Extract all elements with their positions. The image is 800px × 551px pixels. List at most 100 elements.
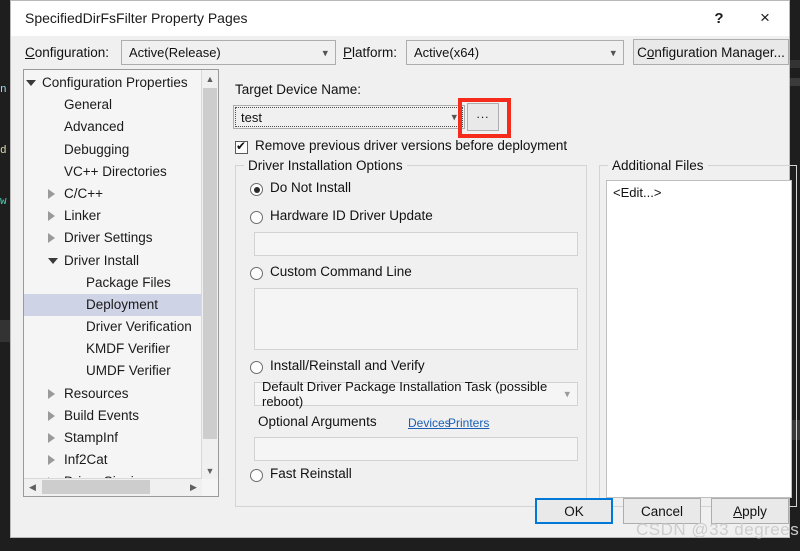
chevron-down-icon: ▾	[451, 111, 457, 124]
additional-files-list[interactable]: <Edit...>	[606, 180, 792, 498]
platform-label: Platform:	[343, 45, 398, 60]
apply-label: Apply	[733, 503, 767, 519]
tree-item-advanced[interactable]: Advanced	[24, 116, 202, 138]
configuration-tree[interactable]: Configuration Properties General Advanced D…	[24, 72, 202, 496]
deployment-pane: Target Device Name: test ▾ ... Remove pr…	[233, 69, 797, 507]
tree-item-debugging[interactable]: Debugging	[24, 139, 202, 161]
browse-button[interactable]: ...	[467, 103, 499, 131]
devices-link[interactable]: Devices	[408, 416, 451, 430]
tree-item-general[interactable]: General	[24, 94, 202, 116]
list-item[interactable]: <Edit...>	[607, 181, 791, 200]
help-icon[interactable]: ?	[697, 1, 741, 35]
tree-item-driver-verification[interactable]: Driver Verification	[24, 316, 202, 338]
radio-custom-command-line[interactable]	[250, 267, 263, 280]
tree-item-deployment[interactable]: Deployment	[24, 293, 202, 317]
label-custom-command-line: Custom Command Line	[270, 264, 412, 279]
bg-code-fragment: w	[0, 196, 7, 208]
browse-button-label: ...	[476, 107, 490, 121]
radio-fast-reinstall[interactable]	[250, 469, 263, 482]
bg-editor-highlight	[0, 320, 10, 342]
tree-item-label: Advanced	[64, 119, 125, 135]
driver-installation-options-group: Driver Installation Options Do Not Insta…	[235, 158, 587, 507]
tree-item-label: VC++ Directories	[64, 163, 167, 179]
configuration-manager-button[interactable]: Configuration Manager...	[633, 39, 789, 65]
tree-item-inf2cat[interactable]: Inf2Cat	[24, 449, 202, 471]
target-device-select[interactable]: test ▾	[233, 105, 465, 129]
remove-previous-label: Remove previous driver versions before d…	[255, 138, 568, 153]
remove-previous-checkbox[interactable]	[235, 139, 248, 154]
chevron-down-icon: ▾	[322, 47, 328, 59]
tree-vertical-scrollbar[interactable]: ▲ ▼	[201, 70, 218, 479]
tree-item-label: Package Files	[86, 274, 171, 290]
tree-item-c-c[interactable]: C/C++	[24, 183, 202, 205]
ok-label: OK	[564, 503, 584, 519]
title-bar: SpecifiedDirFsFilter Property Pages ? ×	[11, 1, 789, 36]
label-hardware-id-driver-update: Hardware ID Driver Update	[270, 208, 433, 223]
label-install-reinstall-verify: Install/Reinstall and Verify	[270, 358, 425, 373]
tree-item-label: Debugging	[64, 141, 130, 157]
tree-item-vc-directories[interactable]: VC++ Directories	[24, 161, 202, 183]
configuration-bar: Configuration: Active(Release) ▾ Platfor…	[11, 36, 789, 69]
close-icon[interactable]: ×	[743, 1, 787, 35]
bg-code-fragment: d	[0, 145, 7, 157]
scroll-up-icon[interactable]: ▲	[202, 70, 218, 87]
platform-value: Active(x64)	[414, 45, 480, 60]
chevron-collapsed-icon[interactable]	[48, 388, 55, 399]
tree-item-kmdf-verifier[interactable]: KMDF Verifier	[24, 338, 202, 360]
tree-item-driver-settings[interactable]: Driver Settings	[24, 227, 202, 249]
printers-link[interactable]: Printers	[448, 416, 489, 430]
chevron-collapsed-icon[interactable]	[48, 188, 55, 199]
platform-label-mnemonic: P	[343, 45, 353, 60]
tree-item-package-files[interactable]: Package Files	[24, 272, 202, 294]
chevron-expanded-icon[interactable]	[48, 257, 58, 264]
bg-editor-stripe	[790, 78, 800, 86]
configuration-tree-panel[interactable]: Configuration Properties General Advanced D…	[23, 69, 219, 497]
tree-vscroll-thumb[interactable]	[203, 88, 217, 439]
tree-item-label: StampInf	[64, 430, 119, 445]
tree-item-label: Resources	[64, 385, 129, 401]
target-device-label: Target Device Name:	[235, 82, 362, 97]
ok-button[interactable]: OK	[535, 498, 613, 524]
bg-editor-stripe	[790, 60, 800, 68]
scroll-down-icon[interactable]: ▼	[202, 462, 218, 479]
hardware-id-input[interactable]	[254, 232, 578, 256]
radio-do-not-install[interactable]	[250, 183, 263, 196]
label-do-not-install: Do Not Install	[270, 180, 352, 195]
tree-item-label: Inf2Cat	[64, 452, 108, 468]
configuration-select[interactable]: Active(Release) ▾	[121, 40, 336, 65]
platform-select[interactable]: Active(x64) ▾	[406, 40, 624, 65]
chevron-collapsed-icon[interactable]	[48, 433, 55, 443]
tree-horizontal-scrollbar[interactable]: ◀ ▶	[24, 478, 202, 496]
tree-item-driver-install[interactable]: Driver Install	[24, 250, 202, 272]
radio-hardware-id-driver-update[interactable]	[250, 211, 263, 224]
bg-code-fragment: n	[0, 84, 7, 96]
configuration-value: Active(Release)	[129, 45, 221, 60]
scroll-left-icon[interactable]: ◀	[24, 479, 41, 495]
tree-item-label: General	[64, 97, 113, 113]
optional-arguments-input[interactable]	[254, 437, 578, 461]
tree-item-resources[interactable]: Resources	[24, 383, 202, 405]
chevron-collapsed-icon[interactable]	[48, 211, 55, 222]
chevron-collapsed-icon[interactable]	[48, 455, 55, 466]
chevron-collapsed-icon[interactable]	[48, 410, 55, 421]
tree-item-umdf-verifier[interactable]: UMDF Verifier	[24, 360, 202, 382]
install-task-select[interactable]: Default Driver Package Installation Task…	[254, 379, 578, 409]
tree-item-configuration-properties[interactable]: Configuration Properties	[24, 72, 202, 94]
chevron-expanded-icon[interactable]	[26, 80, 36, 86]
tree-item-label: Configuration Properties	[42, 75, 188, 90]
tree-hscroll-thumb[interactable]	[42, 480, 150, 494]
additional-files-title: Additional Files	[608, 158, 708, 173]
tree-item-build-events[interactable]: Build Events	[24, 405, 202, 427]
driver-installation-options-title: Driver Installation Options	[244, 158, 407, 173]
chevron-down-icon: ▾	[564, 388, 570, 401]
custom-command-input[interactable]	[254, 288, 578, 350]
tree-item-linker[interactable]: Linker	[24, 205, 202, 227]
tree-item-stampinf[interactable]: StampInf	[24, 427, 202, 449]
tree-item-label: Driver Verification	[86, 319, 192, 335]
configuration-label-mnemonic: C	[25, 45, 35, 60]
radio-install-reinstall-verify[interactable]	[250, 361, 263, 374]
additional-files-group: Additional Files <Edit...>	[599, 158, 797, 507]
scroll-right-icon[interactable]: ▶	[185, 479, 202, 495]
chevron-collapsed-icon[interactable]	[48, 233, 55, 244]
property-pages-dialog: SpecifiedDirFsFilter Property Pages ? × …	[10, 0, 799, 539]
